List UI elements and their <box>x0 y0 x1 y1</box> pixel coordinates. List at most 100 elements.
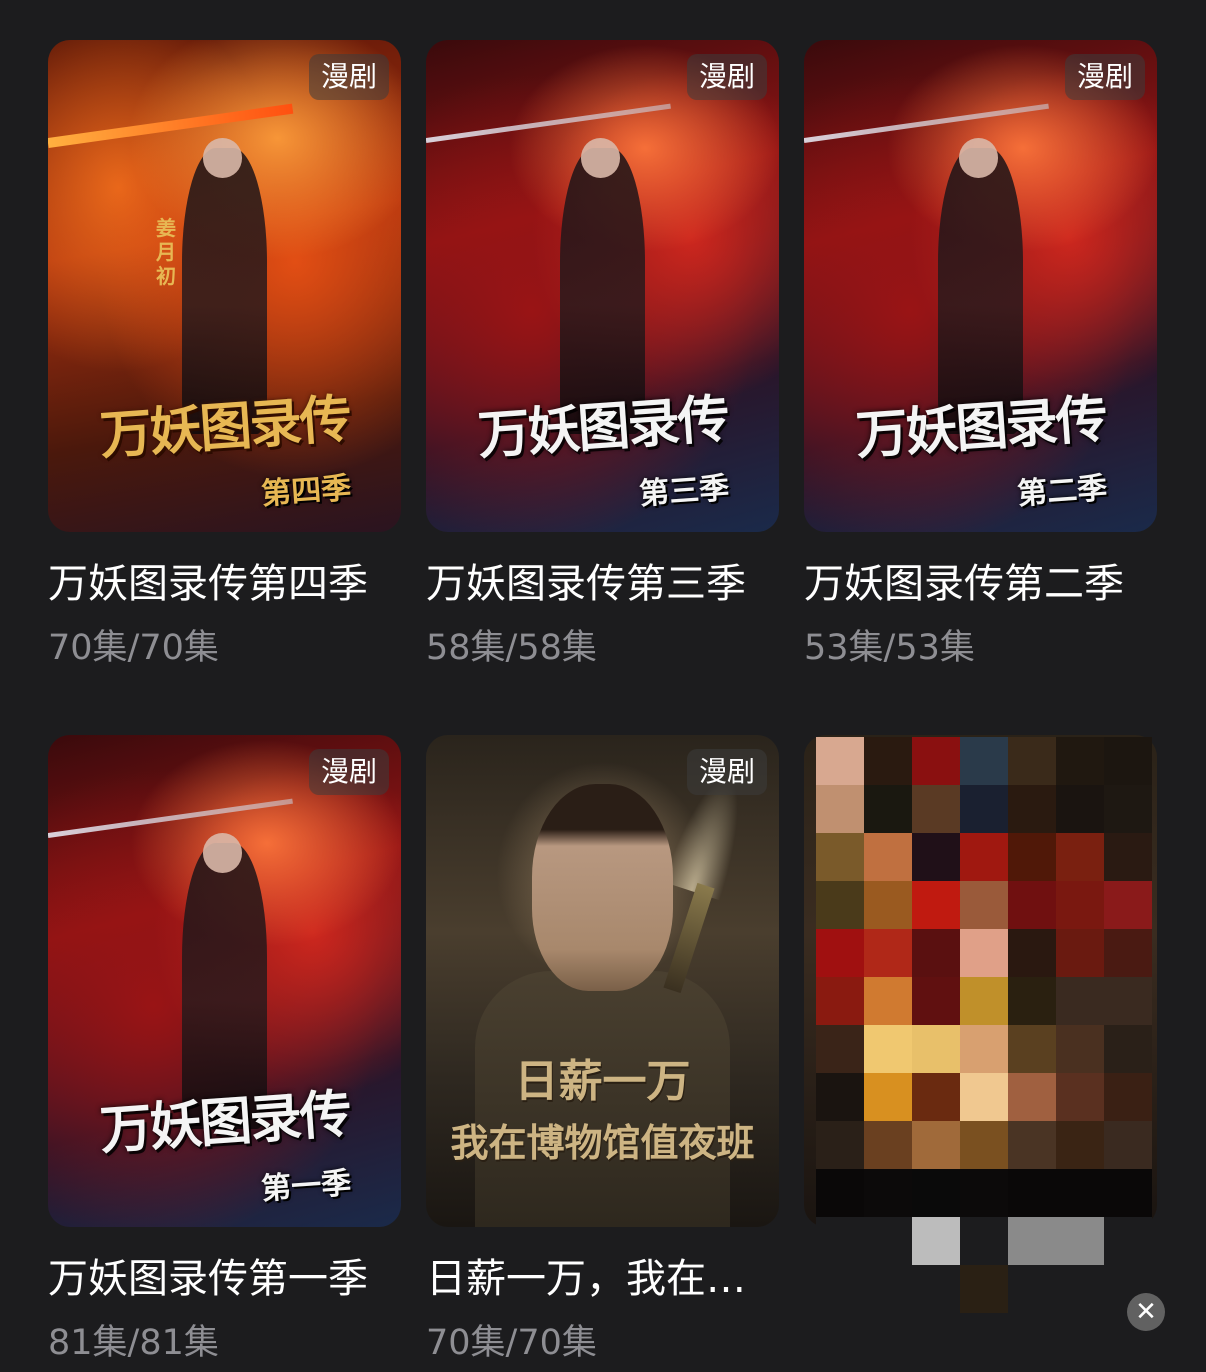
mosaic-block <box>1008 1265 1056 1313</box>
mosaic-block <box>1008 1121 1056 1169</box>
mosaic-block <box>960 1265 1008 1313</box>
poster-image[interactable]: 日薪一万 我在博物馆值夜班 漫剧 <box>426 735 779 1227</box>
genre-badge: 漫剧 <box>1064 54 1145 100</box>
mosaic-block <box>1008 833 1056 881</box>
mosaic-block <box>960 737 1008 785</box>
mosaic-block <box>912 833 960 881</box>
mosaic-block <box>1104 737 1152 785</box>
mosaic-block <box>864 1121 912 1169</box>
poster-season: 第一季 <box>260 1165 353 1208</box>
poster-season: 第三季 <box>638 470 731 513</box>
mosaic-block <box>960 1121 1008 1169</box>
mosaic-block <box>816 1265 864 1313</box>
mosaic-block <box>960 785 1008 833</box>
character-head <box>203 138 243 178</box>
close-icon[interactable]: ✕ <box>1127 1293 1165 1331</box>
mosaic-block <box>1056 785 1104 833</box>
character-head <box>959 138 999 178</box>
character-face <box>531 784 674 991</box>
video-card[interactable]: 万妖图录传 第二季 漫剧 万妖图录传第二季 53集/53集 <box>804 40 1157 670</box>
poster-image[interactable]: 万妖图录传 第二季 漫剧 <box>804 40 1157 532</box>
mosaic-block <box>864 1025 912 1073</box>
mosaic-block <box>816 977 864 1025</box>
mosaic-block <box>1056 833 1104 881</box>
mosaic-block <box>960 929 1008 977</box>
video-card[interactable]: 万妖图录传 第三季 漫剧 万妖图录传第三季 58集/58集 <box>426 40 779 670</box>
mosaic-block <box>912 1073 960 1121</box>
poster-title: 日薪一万 <box>514 1056 691 1107</box>
mosaic-block <box>816 1025 864 1073</box>
mosaic-block <box>1056 1073 1104 1121</box>
mosaic-block <box>816 1169 864 1217</box>
poster-signature: 姜月初 <box>156 216 176 288</box>
mosaic-block <box>816 929 864 977</box>
mosaic-block <box>1056 1169 1104 1217</box>
mosaic-block <box>1104 881 1152 929</box>
mosaic-block <box>864 1169 912 1217</box>
card-title[interactable]: 万妖图录传第三季 <box>426 558 779 610</box>
card-title[interactable]: 万妖图录传第一季 <box>48 1253 401 1305</box>
mosaic-block <box>864 929 912 977</box>
mosaic-block <box>864 1265 912 1313</box>
mosaic-block <box>1104 1169 1152 1217</box>
card-title[interactable]: 万妖图录传第四季 <box>48 558 401 610</box>
poster-image[interactable]: 万妖图录传 第三季 漫剧 <box>426 40 779 532</box>
mosaic-block <box>1104 833 1152 881</box>
video-card[interactable]: 万妖图录传 第一季 漫剧 万妖图录传第一季 81集/81集 <box>48 735 401 1365</box>
mosaic-block <box>1056 737 1104 785</box>
genre-badge: 漫剧 <box>686 54 767 100</box>
mosaic-block <box>1008 1169 1056 1217</box>
mosaic-block <box>864 977 912 1025</box>
mosaic-block <box>912 1169 960 1217</box>
mosaic-block <box>912 1121 960 1169</box>
mosaic-block <box>1056 1265 1104 1313</box>
mosaic-block <box>1008 785 1056 833</box>
mosaic-block <box>960 1169 1008 1217</box>
mosaic-block <box>1104 1025 1152 1073</box>
character-head <box>581 138 621 178</box>
card-title[interactable]: 万妖图录传第二季 <box>804 558 1157 610</box>
mosaic-block <box>816 833 864 881</box>
mosaic-block <box>912 737 960 785</box>
poster-subtitle: 我在博物馆值夜班 <box>450 1120 755 1165</box>
mosaic-block <box>960 1025 1008 1073</box>
mosaic-block <box>816 881 864 929</box>
video-card[interactable]: 姜月初 万妖图录传 第四季 漫剧 万妖图录传第四季 70集/70集 <box>48 40 401 670</box>
mosaic-block <box>912 977 960 1025</box>
episode-count: 81集/81集 <box>48 1323 219 1363</box>
mosaic-block <box>864 785 912 833</box>
mosaic-block <box>1056 977 1104 1025</box>
card-title[interactable]: 日薪一万，我在… <box>426 1253 779 1305</box>
video-card[interactable]: 日薪一万 我在博物馆值夜班 漫剧 日薪一万，我在… 70集/70集 <box>426 735 779 1365</box>
mosaic-block <box>1008 977 1056 1025</box>
mosaic-block <box>1056 881 1104 929</box>
mosaic-block <box>960 1217 1008 1265</box>
genre-badge: 漫剧 <box>308 54 389 100</box>
mosaic-block <box>864 833 912 881</box>
mosaic-block <box>912 1025 960 1073</box>
mosaic-block <box>864 1073 912 1121</box>
mosaic-block <box>1008 1025 1056 1073</box>
mosaic-block <box>912 1217 960 1265</box>
mosaic-block <box>864 881 912 929</box>
mosaic-block <box>816 1217 864 1265</box>
mosaic-block <box>1104 1121 1152 1169</box>
episode-count: 70集/70集 <box>48 628 219 668</box>
episode-count: 58集/58集 <box>426 628 597 668</box>
mosaic-block <box>960 977 1008 1025</box>
poster-season: 第二季 <box>1016 470 1109 513</box>
mosaic-block <box>912 881 960 929</box>
poster-season: 第四季 <box>260 470 353 513</box>
mosaic-block <box>960 881 1008 929</box>
mosaic-block <box>1008 1217 1056 1265</box>
mosaic-block <box>1008 737 1056 785</box>
mosaic-block <box>1056 1121 1104 1169</box>
mosaic-block <box>864 1217 912 1265</box>
mosaic-block <box>1104 1073 1152 1121</box>
mosaic-block <box>864 737 912 785</box>
mosaic-block <box>912 1265 960 1313</box>
poster-image[interactable]: 万妖图录传 第一季 漫剧 <box>48 735 401 1227</box>
mosaic-block <box>1104 1217 1152 1265</box>
poster-image[interactable]: 姜月初 万妖图录传 第四季 漫剧 <box>48 40 401 532</box>
mosaic-block <box>912 929 960 977</box>
